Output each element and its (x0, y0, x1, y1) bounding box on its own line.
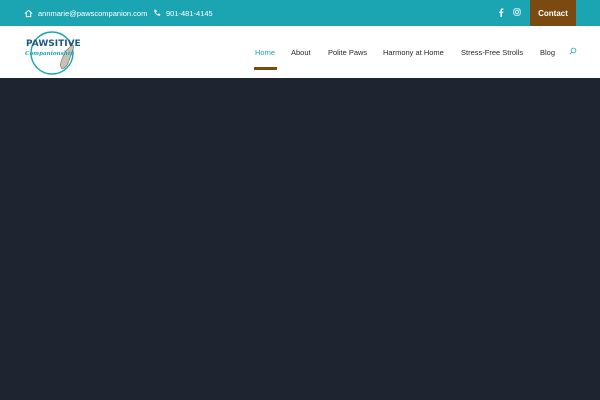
contact-button[interactable]: Contact (530, 0, 576, 26)
active-nav-indicator (254, 67, 277, 70)
nav-item-home[interactable]: Home (255, 26, 275, 78)
nav-item-about[interactable]: About (291, 26, 311, 78)
site-header: PAWSITIVE Companionship Home About Polit… (0, 26, 600, 78)
instagram-icon (513, 8, 521, 18)
facebook-icon (498, 8, 504, 19)
hero-section (0, 78, 600, 400)
nav-item-harmony-at-home[interactable]: Harmony at Home (383, 26, 444, 78)
facebook-link[interactable] (498, 0, 504, 26)
phone-icon (153, 9, 161, 17)
search-button[interactable] (568, 44, 578, 58)
main-navigation: Home About Polite Paws Harmony at Home S… (0, 26, 600, 78)
instagram-link[interactable] (513, 0, 521, 26)
search-icon (569, 42, 577, 60)
nav-item-stress-free-strolls[interactable]: Stress-Free Strolls (461, 26, 523, 78)
top-bar: annmarie@pawscompanion.com 901-481-4145 … (0, 0, 600, 26)
nav-item-blog[interactable]: Blog (540, 26, 555, 78)
email-contact[interactable]: annmarie@pawscompanion.com (24, 0, 147, 26)
email-text: annmarie@pawscompanion.com (38, 8, 148, 18)
phone-text: 901-481-4145 (166, 8, 213, 18)
home-icon (24, 9, 33, 18)
phone-contact[interactable]: 901-481-4145 (153, 0, 213, 26)
nav-item-polite-paws[interactable]: Polite Paws (328, 26, 367, 78)
